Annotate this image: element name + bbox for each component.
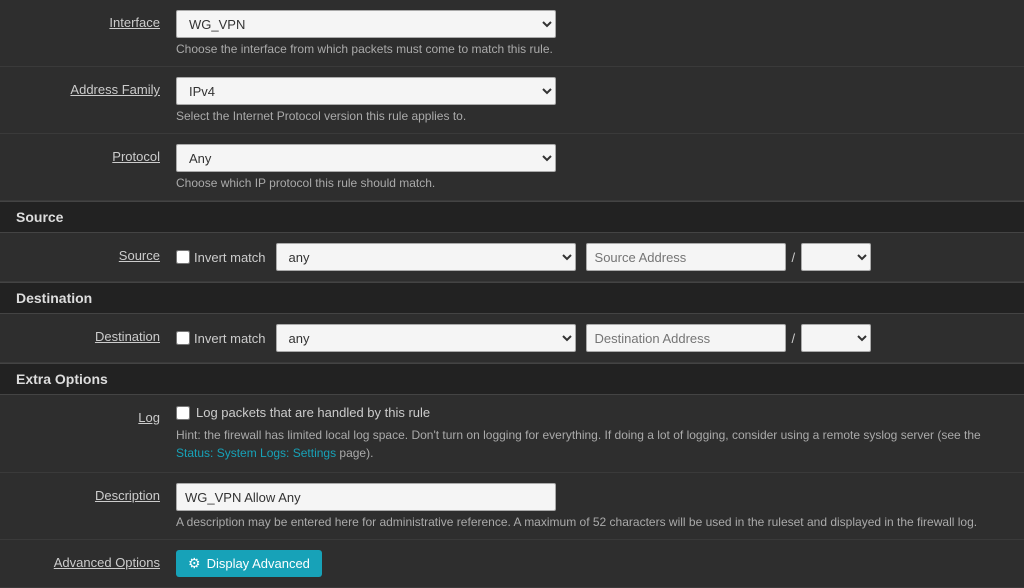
log-hint-link[interactable]: Status: System Logs: Settings — [176, 446, 336, 460]
protocol-help: Choose which IP protocol this rule shoul… — [176, 176, 1008, 190]
description-input[interactable] — [176, 483, 556, 511]
destination-address-input[interactable] — [586, 324, 786, 352]
log-row: Log Log packets that are handled by this… — [0, 395, 1024, 473]
address-family-help: Select the Internet Protocol version thi… — [176, 109, 1008, 123]
source-invert-checkbox[interactable] — [176, 250, 190, 264]
destination-invert-checkbox[interactable] — [176, 331, 190, 345]
destination-label: Destination — [16, 324, 176, 344]
interface-label: Interface — [16, 10, 176, 30]
display-advanced-button[interactable]: ⚙ Display Advanced — [176, 550, 322, 577]
address-family-select[interactable]: IPv4 — [176, 77, 556, 105]
destination-address-group: / — [586, 324, 872, 352]
source-inline-row: Invert match any network single host or … — [176, 243, 1008, 271]
protocol-select[interactable]: Any — [176, 144, 556, 172]
source-invert-label[interactable]: Invert match — [176, 250, 266, 265]
destination-invert-label[interactable]: Invert match — [176, 331, 266, 346]
destination-inline-row: Invert match any network single host or … — [176, 324, 1008, 352]
source-address-input[interactable] — [586, 243, 786, 271]
source-label: Source — [16, 243, 176, 263]
destination-input-col: Invert match any network single host or … — [176, 324, 1008, 352]
log-hint: Hint: the firewall has limited local log… — [176, 426, 1008, 462]
extra-options-section-header: Extra Options — [0, 363, 1024, 395]
advanced-options-input-col: ⚙ Display Advanced — [176, 550, 1008, 577]
protocol-row: Protocol Any Choose which IP protocol th… — [0, 134, 1024, 201]
address-family-row: Address Family IPv4 Select the Internet … — [0, 67, 1024, 134]
destination-section-header: Destination — [0, 282, 1024, 314]
interface-input-col: WG_VPN Choose the interface from which p… — [176, 10, 1008, 56]
description-row: Description A description may be entered… — [0, 473, 1024, 540]
protocol-label: Protocol — [16, 144, 176, 164]
source-type-select[interactable]: any network single host or alias — [276, 243, 576, 271]
destination-type-select[interactable]: any network single host or alias — [276, 324, 576, 352]
interface-select[interactable]: WG_VPN — [176, 10, 556, 38]
log-input-col: Log packets that are handled by this rul… — [176, 405, 1008, 462]
log-check-label[interactable]: Log packets that are handled by this rul… — [176, 405, 1008, 420]
source-input-col: Invert match any network single host or … — [176, 243, 1008, 271]
description-input-col: A description may be entered here for ad… — [176, 483, 1008, 529]
source-address-group: / — [586, 243, 872, 271]
address-family-label: Address Family — [16, 77, 176, 97]
interface-help: Choose the interface from which packets … — [176, 42, 1008, 56]
protocol-input-col: Any Choose which IP protocol this rule s… — [176, 144, 1008, 190]
interface-row: Interface WG_VPN Choose the interface fr… — [0, 0, 1024, 67]
destination-row: Destination Invert match any network sin… — [0, 314, 1024, 363]
source-row: Source Invert match any network single h… — [0, 233, 1024, 282]
advanced-options-row: Advanced Options ⚙ Display Advanced — [0, 540, 1024, 588]
address-family-input-col: IPv4 Select the Internet Protocol versio… — [176, 77, 1008, 123]
description-label: Description — [16, 483, 176, 503]
log-checkbox[interactable] — [176, 406, 190, 420]
source-mask-select[interactable] — [801, 243, 871, 271]
source-section-header: Source — [0, 201, 1024, 233]
advanced-options-label: Advanced Options — [16, 550, 176, 570]
destination-mask-select[interactable] — [801, 324, 871, 352]
description-help: A description may be entered here for ad… — [176, 515, 1008, 529]
gear-icon: ⚙ — [188, 555, 201, 572]
log-label: Log — [16, 405, 176, 425]
